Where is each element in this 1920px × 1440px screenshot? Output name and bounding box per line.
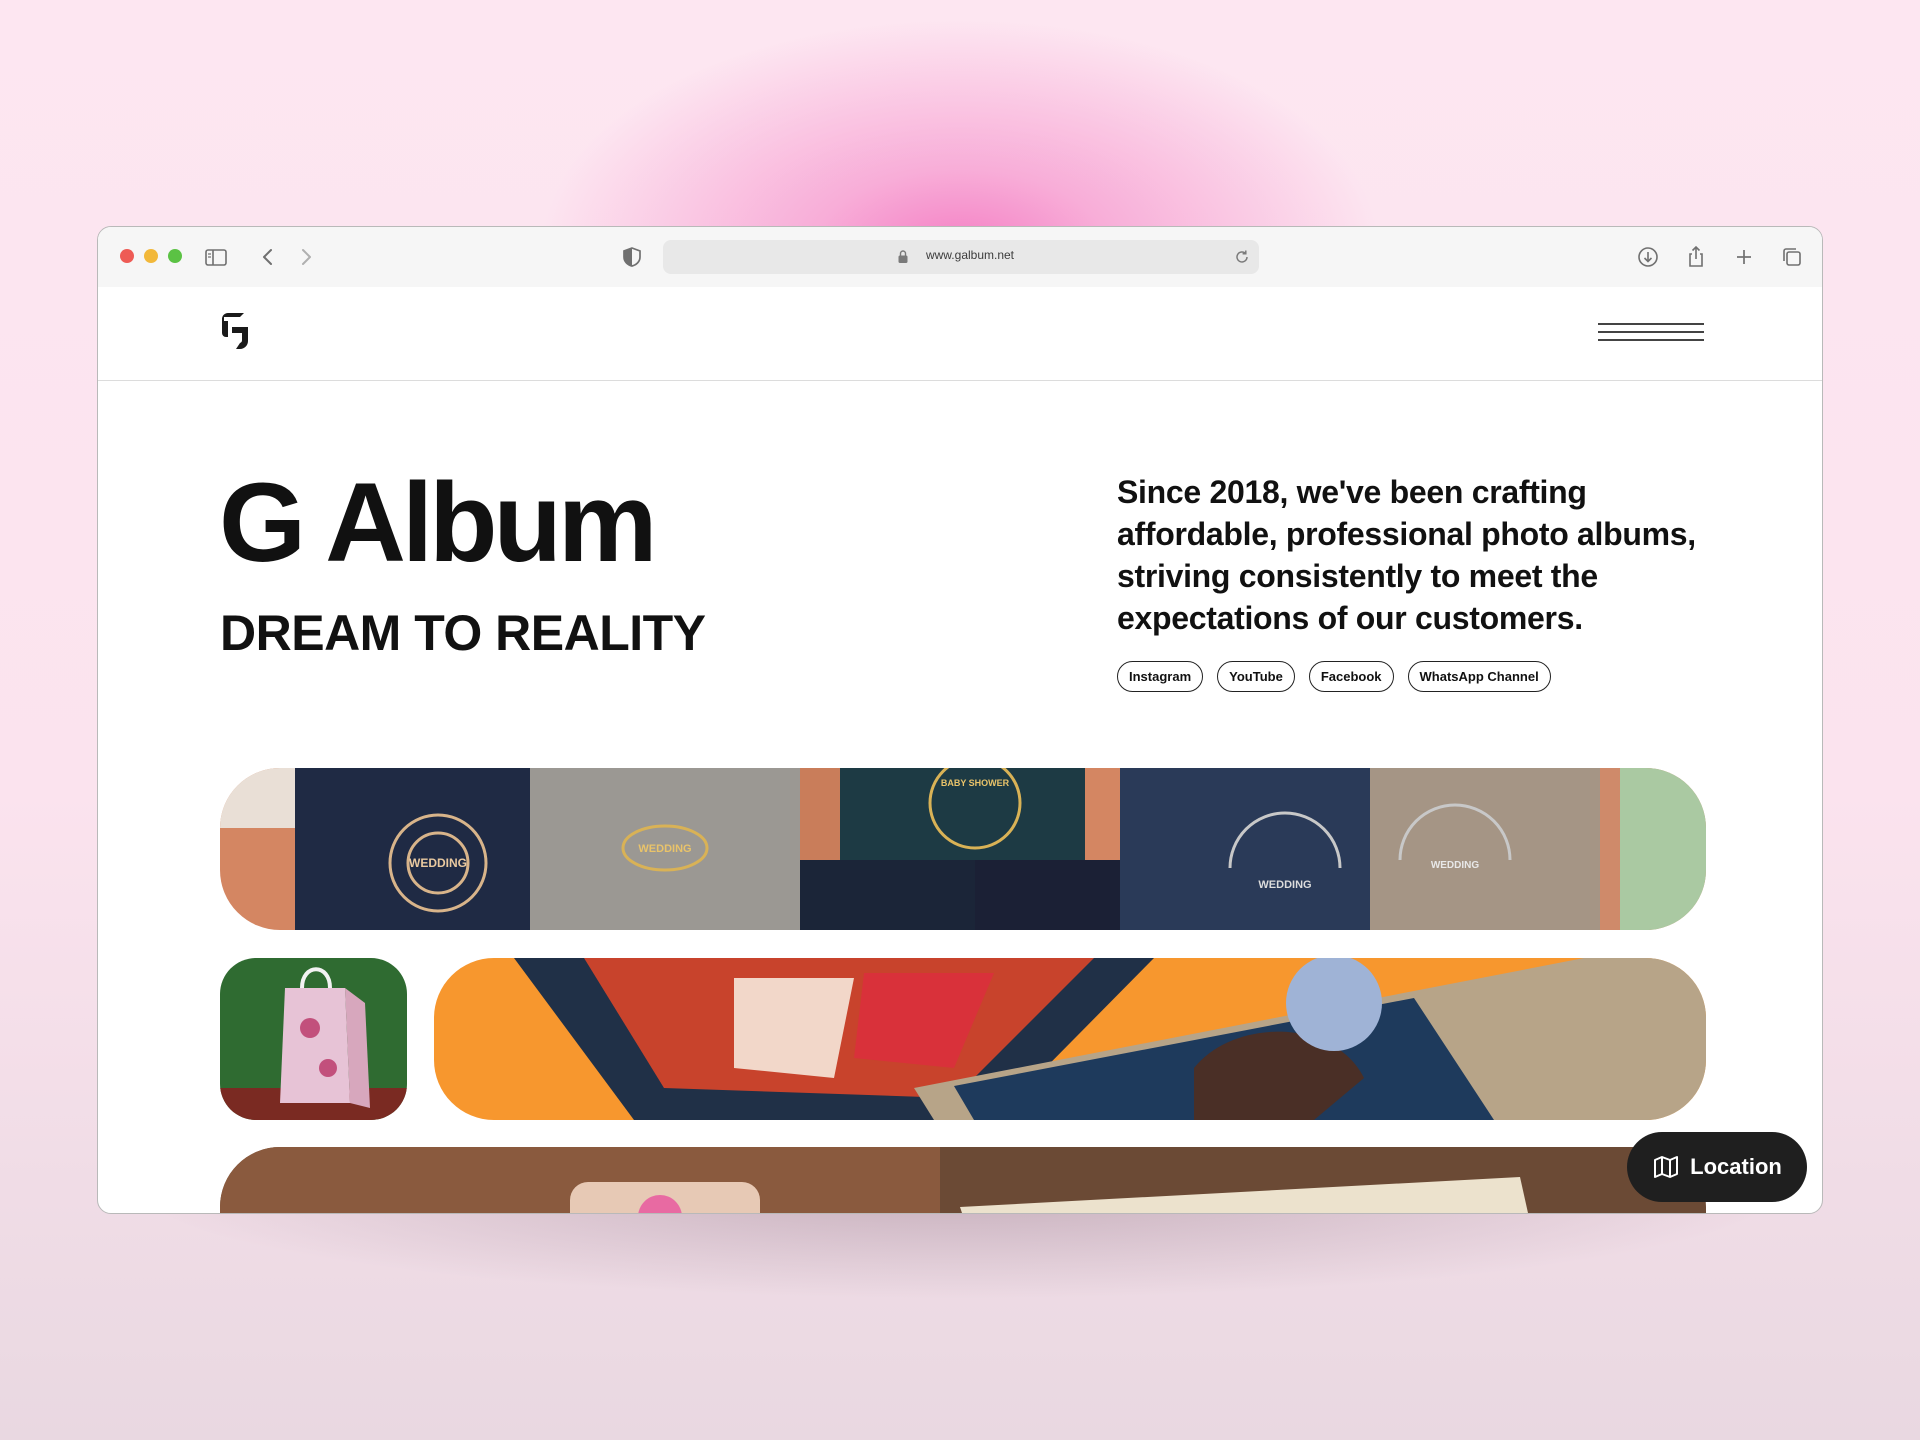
location-button[interactable]: Location — [1627, 1132, 1807, 1202]
instagram-link[interactable]: Instagram — [1117, 661, 1204, 692]
menu-line — [1598, 323, 1704, 325]
forward-icon[interactable] — [292, 243, 320, 271]
hero-subtitle: DREAM TO REALITY — [220, 605, 706, 661]
whatsapp-channel-link[interactable]: WhatsApp Channel — [1407, 661, 1551, 692]
url-text: www.galbum.net — [925, 248, 1015, 262]
browser-toolbar: www.galbum.net — [98, 227, 1822, 287]
map-icon — [1652, 1153, 1680, 1181]
browser-window: www.galbum.net G Album DREAM TO REALITY … — [97, 226, 1823, 1214]
wedding-album-photo[interactable] — [434, 958, 1706, 1120]
location-label: Location — [1690, 1154, 1782, 1179]
menu-line — [1598, 331, 1704, 333]
album-label: BABY SHOWER — [941, 778, 1010, 788]
privacy-shield-icon[interactable] — [618, 243, 646, 271]
album-label: WEDDING — [1258, 879, 1311, 891]
site-header — [98, 287, 1822, 381]
hero-title: G Album — [219, 460, 657, 585]
album-box-photo[interactable] — [220, 1147, 1706, 1213]
share-icon[interactable] — [1682, 243, 1710, 271]
facebook-link[interactable]: Facebook — [1308, 661, 1394, 692]
youtube-link[interactable]: YouTube — [1217, 661, 1295, 692]
menu-button[interactable] — [1598, 323, 1704, 349]
close-window-button[interactable] — [120, 249, 134, 263]
social-links: Instagram YouTube Facebook WhatsApp Chan… — [1117, 661, 1551, 692]
album-label: WEDDING — [638, 843, 691, 855]
g-album-logo-icon[interactable] — [220, 311, 252, 351]
hero-description: Since 2018, we've been crafting affordab… — [1117, 474, 1696, 636]
back-icon[interactable] — [254, 243, 282, 271]
gift-bag-photo[interactable] — [220, 958, 407, 1120]
sidebar-toggle-icon[interactable] — [202, 243, 230, 271]
album-label: WEDDING — [1431, 860, 1480, 871]
download-icon[interactable] — [1634, 243, 1662, 271]
address-bar[interactable]: www.galbum.net — [663, 240, 1259, 274]
minimize-window-button[interactable] — [144, 249, 158, 263]
zoom-window-button[interactable] — [168, 249, 182, 263]
album-covers-photo[interactable]: WEDDING WEDDING BABY SHOWER WEDDING WEDD… — [220, 768, 1706, 930]
new-tab-icon[interactable] — [1730, 243, 1758, 271]
tab-overview-icon[interactable] — [1778, 243, 1806, 271]
album-label: WEDDING — [409, 856, 467, 870]
reload-icon[interactable] — [1233, 248, 1251, 266]
menu-line — [1598, 339, 1704, 341]
